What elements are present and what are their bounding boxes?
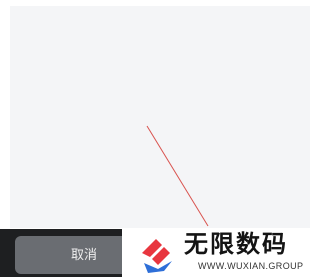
watermark-url: WWW.WUXIAN.GROUP bbox=[198, 261, 304, 271]
watermark: 无限数码 WWW.WUXIAN.GROUP bbox=[122, 229, 320, 277]
watermark-title: 无限数码 bbox=[184, 230, 288, 258]
blank-content-area bbox=[10, 6, 310, 228]
wuxian-logo-icon bbox=[142, 239, 172, 273]
